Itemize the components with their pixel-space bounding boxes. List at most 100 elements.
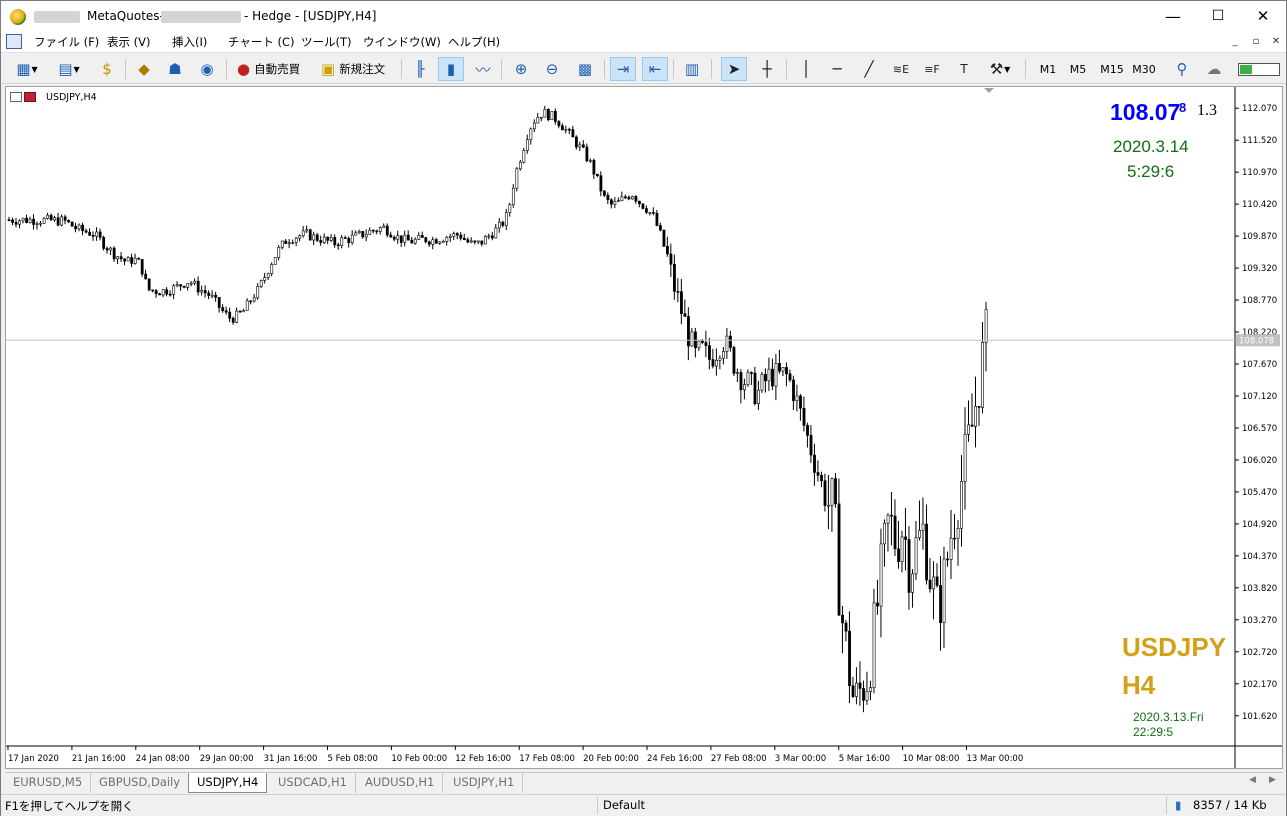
- bear-candle: [371, 229, 375, 232]
- bear-candle: [238, 310, 242, 313]
- candlestick-button[interactable]: ▮: [438, 57, 464, 81]
- toolbar-separator: [786, 59, 787, 79]
- tab-gbpusd-daily[interactable]: GBPUSD,Daily: [91, 773, 190, 793]
- objects-button[interactable]: ⚒ ▼: [982, 57, 1018, 81]
- zoom-out-icon: ⊖: [545, 60, 559, 78]
- bull-candle: [403, 234, 407, 243]
- auto-trading-icon: ●: [237, 60, 251, 78]
- data-window-button[interactable]: ☗: [162, 57, 188, 81]
- trendline-button[interactable]: ╱: [856, 57, 882, 81]
- timeframe-m15-button[interactable]: M15: [1096, 57, 1128, 81]
- bull-candle: [53, 217, 57, 221]
- chart-window-icon[interactable]: [6, 34, 22, 49]
- bear-candle: [207, 292, 211, 296]
- market-watch-button[interactable]: $: [94, 57, 120, 81]
- menu-charts[interactable]: チャート (C): [228, 34, 295, 50]
- cursor-button[interactable]: ➤: [721, 57, 747, 81]
- line-chart-button[interactable]: 〰: [470, 57, 496, 81]
- bull-candle: [494, 227, 498, 239]
- profiles-button[interactable]: ▤ ▼: [51, 57, 87, 81]
- bear-candle: [820, 475, 823, 482]
- chart-shift-icon: ⇤: [648, 60, 662, 78]
- bull-candle: [648, 212, 652, 214]
- mdi-minimize-button[interactable]: _: [1227, 34, 1243, 49]
- search-button[interactable]: ⚲: [1169, 57, 1195, 81]
- tab-usdjpy-h4[interactable]: USDJPY,H4: [188, 773, 268, 793]
- bear-candle: [168, 293, 172, 296]
- timeframe-m30-button[interactable]: M30: [1128, 57, 1160, 81]
- connection-icon: ▮: [1175, 798, 1182, 812]
- bear-candle: [638, 200, 641, 205]
- fibo-fan-button[interactable]: ≡F: [919, 57, 945, 81]
- bull-candle: [354, 232, 358, 236]
- signals-button[interactable]: ◉: [194, 57, 220, 81]
- fibonacci-button[interactable]: ≋E: [888, 57, 914, 81]
- bear-candle: [788, 373, 792, 381]
- menu-tools[interactable]: ツール(T): [301, 34, 352, 50]
- bull-candle: [613, 201, 617, 205]
- cursor-icon: ➤: [727, 60, 741, 78]
- mdi-restore-button[interactable]: ▫: [1248, 34, 1264, 49]
- minimize-button[interactable]: —: [1150, 1, 1196, 32]
- bull-candle: [532, 122, 536, 130]
- bear-candle: [809, 435, 813, 456]
- tab-eurusd-m5[interactable]: EURUSD,M5: [5, 773, 92, 793]
- bull-candle: [529, 128, 533, 140]
- bull-candle: [827, 504, 830, 507]
- new-order-icon: ▣: [321, 60, 336, 78]
- vertical-line-button[interactable]: │: [793, 57, 819, 81]
- bear-candle: [599, 175, 603, 192]
- bear-candle: [224, 310, 228, 313]
- bull-candle: [116, 256, 120, 260]
- crosshair-button[interactable]: ┼: [754, 57, 780, 81]
- tab-scroll-right-icon[interactable]: ▶: [1269, 775, 1276, 785]
- bear-candle: [130, 257, 134, 264]
- zoom-out-button[interactable]: ⊖: [539, 57, 565, 81]
- text-label-icon: T: [960, 62, 968, 76]
- menu-file[interactable]: ファイル (F): [34, 34, 99, 50]
- mdi-close-button[interactable]: ✕: [1268, 34, 1284, 49]
- zoom-in-button[interactable]: ⊕: [508, 57, 534, 81]
- navigator-button[interactable]: ◆: [131, 57, 157, 81]
- y-tick-label: 102.720: [1242, 648, 1277, 658]
- bull-candle: [511, 187, 515, 206]
- bear-candle: [11, 219, 15, 223]
- x-tick-label: 31 Jan 16:00: [264, 754, 318, 764]
- maximize-button[interactable]: ☐: [1195, 1, 1241, 32]
- tab-usdjpy-h1[interactable]: USDJPY,H1: [445, 773, 524, 793]
- text-label-button[interactable]: T: [951, 57, 977, 81]
- tab-scroll-left-icon[interactable]: ◀: [1249, 775, 1256, 785]
- chat-button[interactable]: ☁: [1201, 57, 1227, 81]
- tab-audusd-h1[interactable]: AUDUSD,H1: [357, 773, 444, 793]
- new-order-button[interactable]: ▣ 新規注文: [317, 57, 389, 81]
- bear-candle: [837, 503, 841, 616]
- close-button[interactable]: ✕: [1240, 1, 1286, 32]
- bar-chart-button[interactable]: ╟: [407, 57, 433, 81]
- bear-candle: [81, 224, 85, 232]
- menu-window[interactable]: ウインドウ(W): [363, 34, 441, 50]
- tile-windows-button[interactable]: ▩: [572, 57, 598, 81]
- menu-insert[interactable]: 挿入(I): [172, 34, 207, 50]
- bull-candle: [42, 218, 46, 224]
- navigator-icon: ◆: [138, 60, 150, 78]
- bull-candle: [189, 282, 193, 285]
- horizontal-line-button[interactable]: ─: [824, 57, 850, 81]
- menu-help[interactable]: ヘルプ(H): [448, 34, 500, 50]
- price-chart[interactable]: 112.070 111.520 110.970 110.420 109.870 109.3…: [6, 87, 1282, 768]
- menu-view[interactable]: 表示 (V): [107, 34, 151, 50]
- auto-scroll-button[interactable]: ⇥: [610, 57, 636, 81]
- auto-trading-label: 自動売買: [254, 62, 301, 76]
- chart-shift-button[interactable]: ⇤: [642, 57, 668, 81]
- template-button[interactable]: ▥: [679, 57, 705, 81]
- tab-usdcad-h1[interactable]: USDCAD,H1: [270, 773, 356, 793]
- new-chart-button[interactable]: ▦ ▼: [9, 57, 45, 81]
- bear-candle: [98, 231, 102, 238]
- app-logo-icon[interactable]: [10, 9, 26, 25]
- timeframe-m1-button[interactable]: M1: [1033, 57, 1063, 81]
- timeframe-m5-button[interactable]: M5: [1063, 57, 1093, 81]
- bull-candle: [543, 109, 547, 118]
- x-tick-label: 29 Jan 00:00: [200, 754, 254, 764]
- auto-trading-button[interactable]: ● 自動売買: [233, 57, 304, 81]
- chart-window[interactable]: USDJPY,H4 112.070 111.520 110.970 110.420 10…: [5, 86, 1283, 769]
- bear-candle: [627, 196, 631, 200]
